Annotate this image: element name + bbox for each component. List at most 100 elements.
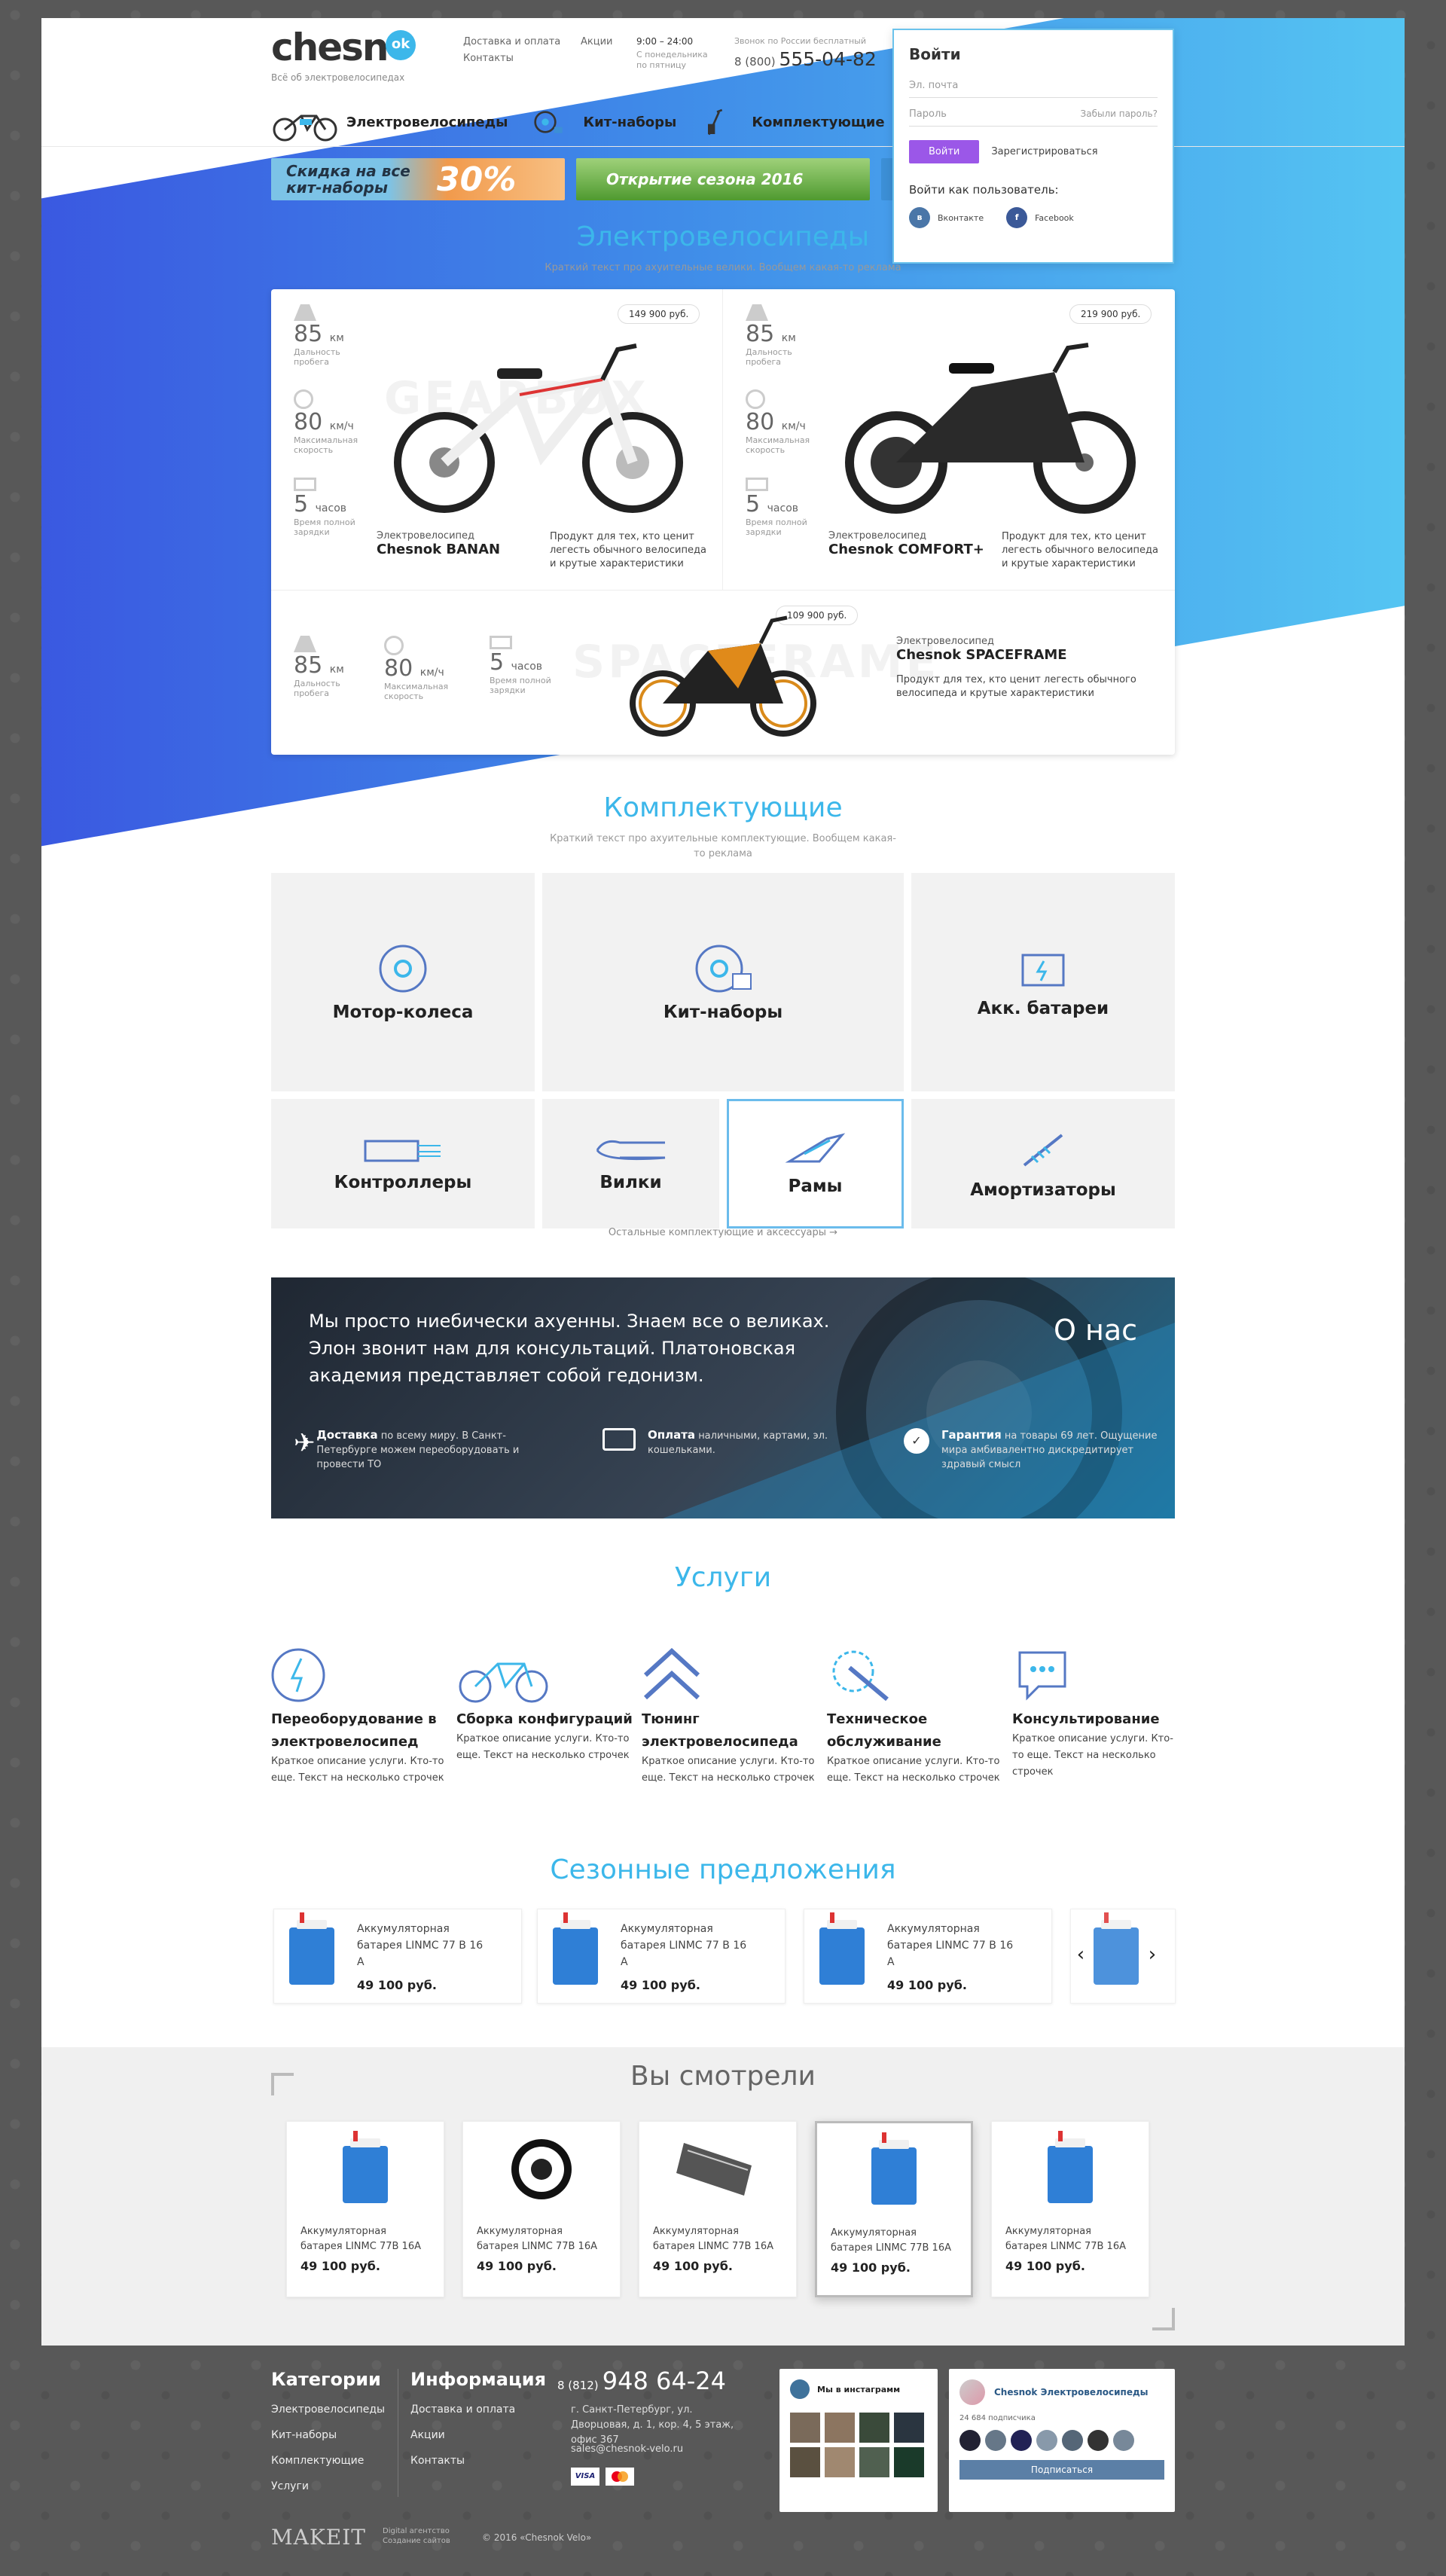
product-name: Аккумуляторная батарея LINMC 77В 16А xyxy=(477,2226,597,2252)
footer-phone[interactable]: 8 (812) 948 64-24 xyxy=(557,2367,726,2395)
nav-item-kits[interactable]: Кит-наборы xyxy=(530,99,676,145)
bike-title: Электровелосипед Chesnok BANAN xyxy=(377,530,501,557)
bike-card[interactable]: 85 км Дальность пробега 80 км/ч Максимал… xyxy=(723,289,1175,591)
service-desc: Краткое описание услуги. Кто-то еще. Тек… xyxy=(1012,1733,1173,1778)
login-title: Войти xyxy=(909,45,961,63)
instagram-widget[interactable]: Мы в инстаграмм xyxy=(779,2369,938,2512)
service-desc: Краткое описание услуги. Кто-то еще. Тек… xyxy=(271,1756,444,1784)
product-price: 49 100 руб. xyxy=(653,2259,733,2273)
kit-icon xyxy=(534,111,563,133)
viewed-product[interactable]: Аккумуляторная батарея LINMC 77В 16А 49 … xyxy=(639,2121,797,2297)
tile-controllers[interactable]: Контроллеры xyxy=(271,1099,535,1228)
viewed-product[interactable]: Аккумуляторная батарея LINMC 77В 16А 49 … xyxy=(462,2121,621,2297)
forgot-password-link[interactable]: Забыли пароль? xyxy=(1081,108,1158,119)
corner-deco xyxy=(1152,2308,1175,2330)
range-label: Дальность пробега xyxy=(294,679,340,698)
footer-link[interactable]: Электровелосипеды xyxy=(271,2397,385,2422)
vk-widget[interactable]: Chesnok Электровелосипеды 24 684 подписч… xyxy=(949,2369,1175,2512)
banner-text: Открытие сезона 2016 xyxy=(606,170,804,188)
services-list: Переоборудование в электровелосипед Крат… xyxy=(271,1645,1182,1787)
battery-image xyxy=(1094,1912,1139,1985)
tile-batteries[interactable]: Акк. батареи xyxy=(911,873,1175,1091)
viewed-product[interactable]: Аккумуляторная батарея LINMC 77В 16А 49 … xyxy=(991,2121,1149,2297)
chat-bubble-icon xyxy=(1018,1651,1066,1701)
nav-item-parts[interactable]: Комплектующие xyxy=(699,99,885,145)
speed-value: 80 км/ч xyxy=(294,409,354,435)
copyright: © 2016 «Chesnok Velo» xyxy=(482,2532,592,2543)
nav-item-ebikes[interactable]: Электровелосипеды xyxy=(271,99,508,145)
product-name: Аккумуляторная батарея LINMC 77 В 16 А xyxy=(887,1922,1014,1968)
bolt-cycle-icon xyxy=(271,1648,325,1702)
plane-icon: ✈ xyxy=(294,1428,316,1458)
group-avatar xyxy=(959,2379,985,2405)
banner-season[interactable]: Открытие сезона 2016 xyxy=(576,158,870,200)
road-icon xyxy=(294,304,316,321)
carousel-prev-button[interactable]: ‹ xyxy=(1069,1943,1092,1969)
email-field[interactable]: Эл. почта xyxy=(909,74,1158,98)
service-item[interactable]: Техническое обслуживание Краткое описани… xyxy=(827,1645,1012,1787)
wrench-gear-icon xyxy=(832,1650,889,1702)
more-components-link[interactable]: Остальные комплектующие и аксессуары → xyxy=(271,1227,1175,1238)
tagline: Всё об электровелосипедах xyxy=(271,72,405,83)
about-text: Мы просто ниебически ахуенны. Знаем все … xyxy=(309,1311,830,1386)
ebikes-subtitle: Краткий текст про ахуительные велики. Во… xyxy=(545,262,901,273)
footer-link[interactable]: Кит-наборы xyxy=(271,2422,385,2448)
seasonal-product[interactable]: Аккумуляторная батарея LINMC 77 В 16 А 49… xyxy=(804,1909,1052,2004)
carousel-next-button[interactable]: › xyxy=(1141,1943,1164,1969)
service-item[interactable]: Консультирование Краткое описание услуги… xyxy=(1012,1645,1178,1787)
vk-subscribers: 24 684 подписчика xyxy=(959,2414,1036,2422)
bike-card[interactable]: GEARBOX 85 км Дальность пробега 80 км/ч … xyxy=(271,289,723,591)
header-phone[interactable]: 8 (800) 555-04-82 xyxy=(734,48,877,70)
banner-discount[interactable]: Скидка на все кит-наборы 30% xyxy=(271,158,565,200)
logo[interactable]: chesn ok xyxy=(271,26,416,69)
bike-title: Электровелосипед Chesnok SPACEFRAME xyxy=(896,636,1067,663)
chevrons-up-icon xyxy=(643,1647,700,1700)
charge-value: 5 часов xyxy=(746,491,799,517)
speedometer-icon xyxy=(294,389,313,409)
tile-kits[interactable]: Кит-наборы xyxy=(542,873,904,1091)
vk-group-title: Chesnok Электровелосипеды xyxy=(994,2387,1149,2397)
tile-forks[interactable]: Вилки xyxy=(542,1099,719,1228)
makeit-logo[interactable]: MAKEIT xyxy=(271,2525,366,2550)
nav-label: Комплектующие xyxy=(752,114,885,130)
product-price: 49 100 руб. xyxy=(1005,2259,1085,2273)
viewed-product[interactable]: Аккумуляторная батарея LINMC 77В 16А 49 … xyxy=(286,2121,444,2297)
header-divider xyxy=(41,146,1405,147)
vk-subscribe-button[interactable]: Подписаться xyxy=(959,2460,1164,2480)
battery-image xyxy=(343,2131,388,2203)
banner-text: Скидка на все кит-наборы xyxy=(286,162,410,197)
footer-link[interactable]: Акции xyxy=(410,2422,515,2448)
shock-absorber-icon xyxy=(1023,1134,1063,1167)
tile-label: Акк. батареи xyxy=(977,999,1109,1018)
link-delivery[interactable]: Доставка и оплата xyxy=(463,36,560,47)
link-promos[interactable]: Акции xyxy=(581,36,613,47)
footer-link[interactable]: Контакты xyxy=(410,2448,515,2474)
tile-label: Кит-наборы xyxy=(663,1003,783,1022)
service-item[interactable]: Сборка конфигураций Краткое описание усл… xyxy=(456,1645,642,1787)
motor-wheel-icon xyxy=(379,945,427,993)
bike-card[interactable]: SPACEFRAME 85 км Дальность пробега 80 км… xyxy=(271,591,1175,755)
register-link[interactable]: Зарегистрироваться xyxy=(991,146,1097,157)
product-name: Аккумуляторная батарея LINMC 77В 16А xyxy=(1005,2226,1126,2252)
footer-link[interactable]: Доставка и оплата xyxy=(410,2397,515,2422)
range-value: 85 км xyxy=(746,321,796,347)
seasonal-product[interactable]: Аккумуляторная батарея LINMC 77 В 16 А 49… xyxy=(273,1909,522,2004)
tile-shocks[interactable]: Амортизаторы xyxy=(911,1099,1175,1228)
service-item[interactable]: Тюнинг электровелосипеда Краткое описани… xyxy=(642,1645,827,1787)
service-item[interactable]: Переоборудование в электровелосипед Крат… xyxy=(271,1645,456,1787)
charge-label: Время полной зарядки xyxy=(746,517,807,537)
speed-value: 80 км/ч xyxy=(746,409,806,435)
service-desc: Краткое описание услуги. Кто-то еще. Тек… xyxy=(642,1756,815,1784)
seasonal-product[interactable]: Аккумуляторная батарея LINMC 77 В 16 А 49… xyxy=(537,1909,786,2004)
footer-email[interactable]: sales@chesnok-velo.ru xyxy=(571,2442,683,2457)
link-contacts[interactable]: Контакты xyxy=(463,53,514,64)
footer-link[interactable]: Услуги xyxy=(271,2474,385,2499)
footer-link[interactable]: Комплектующие xyxy=(271,2448,385,2474)
password-field[interactable]: Пароль Забыли пароль? xyxy=(909,102,1158,127)
tile-frames[interactable]: Рамы xyxy=(727,1099,904,1228)
speedometer-icon xyxy=(384,636,404,655)
login-button[interactable]: Войти xyxy=(909,140,980,163)
battery-image xyxy=(1048,2131,1093,2203)
viewed-product[interactable]: Аккумуляторная батарея LINMC 77В 16А 49 … xyxy=(815,2121,973,2297)
tile-motor-wheels[interactable]: Мотор-колеса xyxy=(271,873,535,1091)
